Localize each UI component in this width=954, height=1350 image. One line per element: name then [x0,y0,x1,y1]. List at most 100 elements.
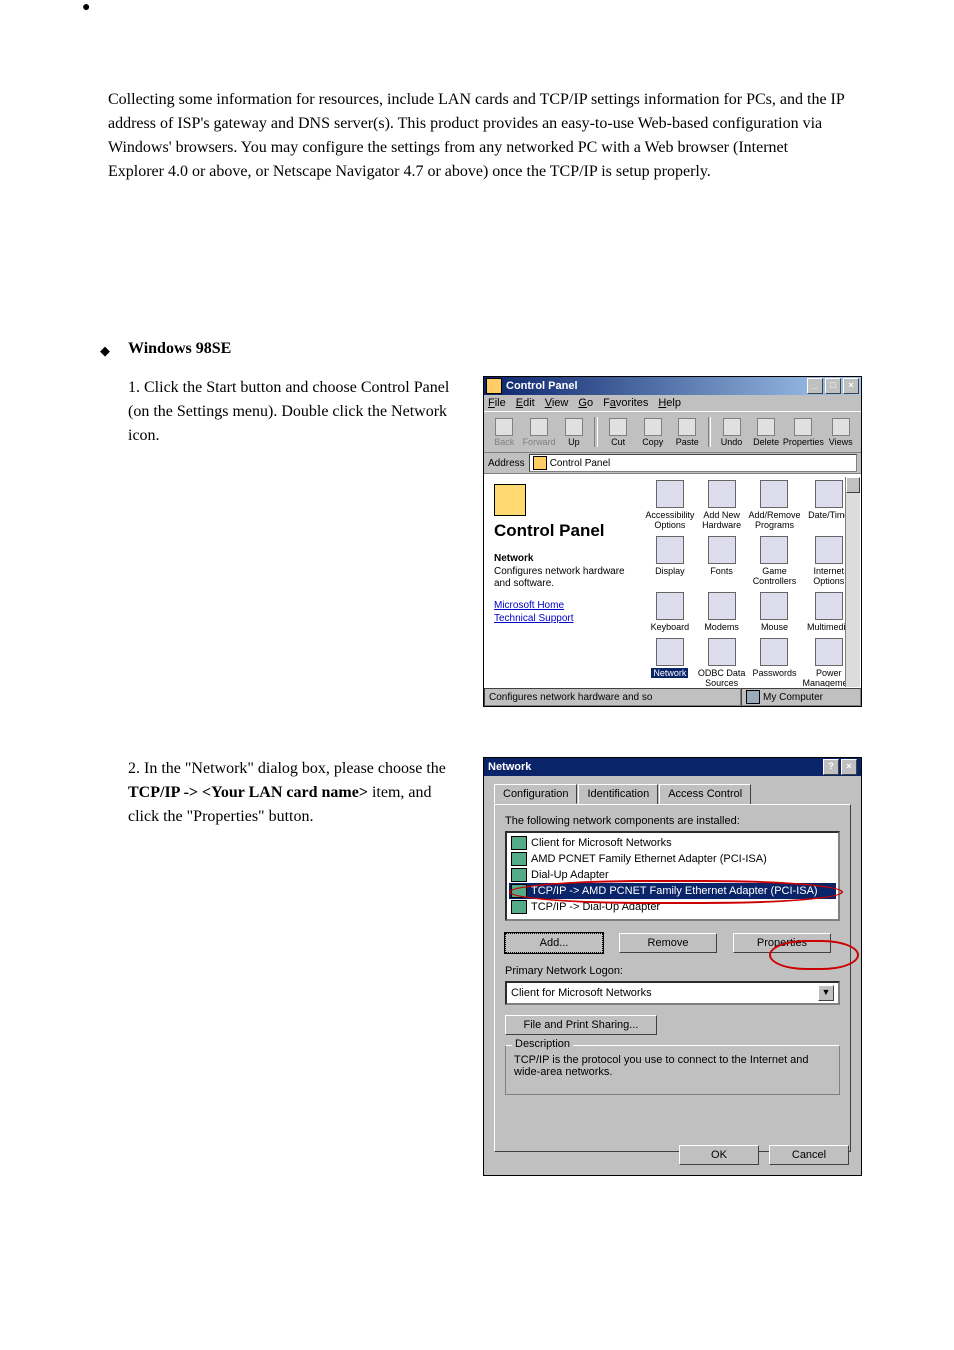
cp-item-display[interactable]: Display [645,536,695,586]
component-item[interactable]: TCP/IP -> AMD PCNET Family Ethernet Adap… [509,883,836,899]
logon-value: Client for Microsoft Networks [511,987,652,999]
link-ms-home[interactable]: Microsoft Home [494,600,629,611]
dialog-button-row: OK Cancel [679,1145,849,1165]
dialog-titlebar[interactable]: Network ? × [484,758,861,776]
menu-file[interactable]: File [488,397,506,409]
minimize-button[interactable]: _ [807,378,823,394]
properties-button[interactable]: Properties [733,933,831,953]
component-icon [511,884,527,898]
tool-undo[interactable]: Undo [715,418,748,447]
tool-up[interactable]: Up [558,418,591,447]
cp-item-accessibility-options[interactable]: Accessibility Options [645,480,695,530]
intro-paragraph: Collecting some information for resource… [108,88,848,184]
close-button[interactable]: × [843,378,859,394]
cp-item-icon [760,592,788,620]
component-item[interactable]: AMD PCNET Family Ethernet Adapter (PCI-I… [509,851,836,867]
menu-help[interactable]: Help [658,397,681,409]
status-bar: Configures network hardware and so My Co… [484,687,861,706]
file-print-sharing-button[interactable]: File and Print Sharing... [505,1015,657,1035]
cp-item-icon [760,536,788,564]
cp-item-mouse[interactable]: Mouse [748,592,800,632]
address-icon [533,456,547,470]
cp-item-label: Add New Hardware [697,510,747,530]
status-text: Configures network hardware and so [484,688,741,706]
maximize-button[interactable]: □ [825,378,841,394]
cp-item-modems[interactable]: Modems [697,592,747,632]
tab-identification[interactable]: Identification [578,784,658,804]
tool-copy[interactable]: Copy [636,418,669,447]
tab-panel: The following network components are ins… [494,804,851,1152]
ok-button[interactable]: OK [679,1145,759,1165]
cp-item-label: Add/Remove Programs [748,510,800,530]
step2-num: 2. [128,760,144,777]
paste-icon [678,418,696,436]
components-label: The following network components are ins… [505,815,840,827]
component-item[interactable]: Client for Microsoft Networks [509,835,836,851]
tool-views[interactable]: Views [824,418,857,447]
help-button[interactable]: ? [823,759,839,775]
menu-go[interactable]: Go [578,397,593,409]
tool-cut[interactable]: Cut [602,418,635,447]
cp-item-icon [708,638,736,666]
description-legend: Description [512,1038,573,1050]
step2-text: 2. In the "Network" dialog box, please c… [128,757,458,829]
scroll-up-button[interactable] [846,477,860,493]
tool-paste[interactable]: Paste [671,418,704,447]
titlebar[interactable]: Control Panel _ □ × [484,377,861,395]
component-label: Dial-Up Adapter [531,869,609,881]
bullet-dot: ● [82,0,90,16]
cp-item-label: Mouse [761,622,788,632]
step2-a: In the "Network" dialog box, please choo… [144,760,446,777]
address-value: Control Panel [550,458,611,469]
scrollbar-vertical[interactable] [845,477,860,688]
cp-item-label: Keyboard [651,622,690,632]
tab-configuration[interactable]: Configuration [494,784,577,804]
step1-body: Click the Start button and choose Contro… [128,379,449,444]
list-button-row: Add... Remove Properties [505,933,840,953]
step2-b: TCP/IP -> <Your LAN card name> [128,784,368,801]
chevron-down-icon[interactable]: ▼ [818,985,834,1001]
add-button[interactable]: Add... [505,933,603,953]
component-item[interactable]: Dial-Up Adapter [509,867,836,883]
cp-item-label: Network [651,668,688,678]
menu-edit[interactable]: Edit [516,397,535,409]
cp-item-fonts[interactable]: Fonts [697,536,747,586]
components-listbox[interactable]: Client for Microsoft Networks AMD PCNET F… [505,831,840,921]
cp-item-icon [760,638,788,666]
cp-item-icon [815,592,843,620]
menubar[interactable]: File Edit View Go Favorites Help [484,395,861,411]
cp-item-icon [656,480,684,508]
status-location-text: My Computer [763,692,823,703]
tool-properties[interactable]: Properties [784,418,822,447]
logon-label: Primary Network Logon: [505,965,840,977]
component-icon [511,868,527,882]
component-label: AMD PCNET Family Ethernet Adapter (PCI-I… [531,853,767,865]
logon-select[interactable]: Client for Microsoft Networks ▼ [505,981,840,1005]
cp-item-keyboard[interactable]: Keyboard [645,592,695,632]
windows-98se-heading: Windows 98SE [128,340,231,358]
menu-favorites[interactable]: Favorites [603,397,648,409]
cp-item-add-remove-programs[interactable]: Add/Remove Programs [748,480,800,530]
component-icon [511,900,527,914]
address-combo[interactable]: Control Panel [529,454,857,472]
properties-icon [794,418,812,436]
tab-access-control[interactable]: Access Control [659,784,751,804]
menu-view[interactable]: View [545,397,569,409]
selected-desc: Configures network hardware and software… [494,566,629,590]
dialog-title: Network [488,761,531,773]
dialog-close-button[interactable]: × [841,759,857,775]
cp-item-add-new-hardware[interactable]: Add New Hardware [697,480,747,530]
component-label: TCP/IP -> Dial-Up Adapter [531,901,660,913]
cancel-button[interactable]: Cancel [769,1145,849,1165]
link-tech-support[interactable]: Technical Support [494,613,629,624]
tool-delete[interactable]: Delete [750,418,783,447]
cp-item-icon [760,480,788,508]
toolbar: Back Forward Up Cut Copy Paste Undo Dele… [484,411,861,453]
cp-item-game-controllers[interactable]: Game Controllers [748,536,800,586]
remove-button[interactable]: Remove [619,933,717,953]
cp-item-icon [708,592,736,620]
component-item[interactable]: TCP/IP -> Dial-Up Adapter [509,899,836,915]
component-label: TCP/IP -> AMD PCNET Family Ethernet Adap… [531,885,818,897]
my-computer-icon [746,690,760,704]
step1-num: 1. [128,379,144,396]
